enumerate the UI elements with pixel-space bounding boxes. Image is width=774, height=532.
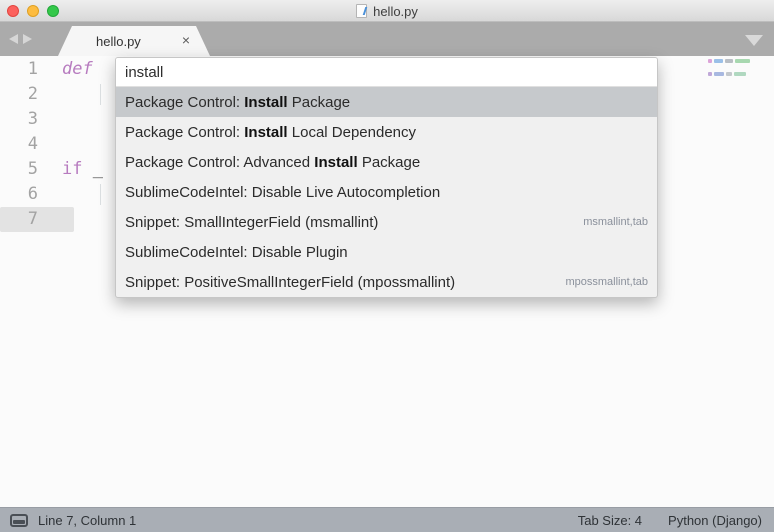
palette-item[interactable]: Snippet: SmallIntegerField (msmallint) ms… (116, 207, 657, 237)
palette-results-list: Package Control: Install Package Package … (116, 87, 657, 297)
status-cursor-position[interactable]: Line 7, Column 1 (38, 513, 136, 528)
palette-input-row (116, 58, 657, 87)
title-group: hello.py (0, 0, 774, 22)
palette-item-label: Package Control: Install Package (125, 94, 350, 111)
code-text: _ (82, 159, 102, 179)
indent-guide (100, 184, 101, 205)
tab-bar: hello.py × (0, 22, 774, 56)
palette-item-label: Package Control: Install Local Dependenc… (125, 124, 416, 141)
window-title: hello.py (373, 4, 418, 19)
palette-item[interactable]: SublimeCodeIntel: Disable Live Autocompl… (116, 177, 657, 207)
keyword-if: if (62, 159, 82, 179)
keyword-def: def (62, 59, 93, 79)
status-syntax[interactable]: Python (Django) (668, 513, 762, 528)
document-icon (356, 4, 367, 18)
tab-label: hello.py (58, 34, 141, 49)
palette-item[interactable]: Package Control: Advanced Install Packag… (116, 147, 657, 177)
palette-item-label: SublimeCodeIntel: Disable Live Autocompl… (125, 184, 440, 201)
palette-item-annotation: mpossmallint,tab (565, 267, 648, 297)
next-tab-icon[interactable] (23, 34, 32, 44)
prev-tab-icon[interactable] (9, 34, 18, 44)
indent-guide (100, 84, 101, 105)
palette-item-label: Snippet: PositiveSmallIntegerField (mpos… (125, 274, 455, 291)
panel-toggle-icon[interactable] (10, 514, 28, 527)
tab-overflow-icon[interactable] (745, 35, 763, 46)
palette-search-input[interactable] (116, 58, 657, 86)
palette-item-label: Package Control: Advanced Install Packag… (125, 154, 420, 171)
status-bar: Line 7, Column 1 Tab Size: 4 Python (Dja… (0, 507, 774, 532)
command-palette: Package Control: Install Package Package … (115, 57, 658, 298)
palette-item-label: Snippet: SmallIntegerField (msmallint) (125, 214, 378, 231)
palette-item[interactable]: Snippet: PositiveSmallIntegerField (mpos… (116, 267, 657, 297)
app-window: hello.py hello.py × 1234567 defif _ Pack… (0, 0, 774, 532)
minimap-code-row (708, 58, 760, 63)
status-bar-left: Line 7, Column 1 (0, 513, 136, 528)
status-tab-size[interactable]: Tab Size: 4 (578, 513, 642, 528)
status-bar-right: Tab Size: 4 Python (Django) (578, 513, 774, 528)
palette-item[interactable]: Package Control: Install Local Dependenc… (116, 117, 657, 147)
tab-close-icon[interactable]: × (182, 33, 190, 47)
palette-item[interactable]: Package Control: Install Package (116, 87, 657, 117)
minimap-code-row (708, 71, 760, 76)
minimap[interactable] (708, 58, 760, 84)
tab-hello-py[interactable]: hello.py × (58, 26, 210, 56)
title-bar: hello.py (0, 0, 774, 22)
palette-item-annotation: msmallint,tab (583, 207, 648, 237)
palette-item[interactable]: SublimeCodeIntel: Disable Plugin (116, 237, 657, 267)
palette-item-label: SublimeCodeIntel: Disable Plugin (125, 244, 348, 261)
